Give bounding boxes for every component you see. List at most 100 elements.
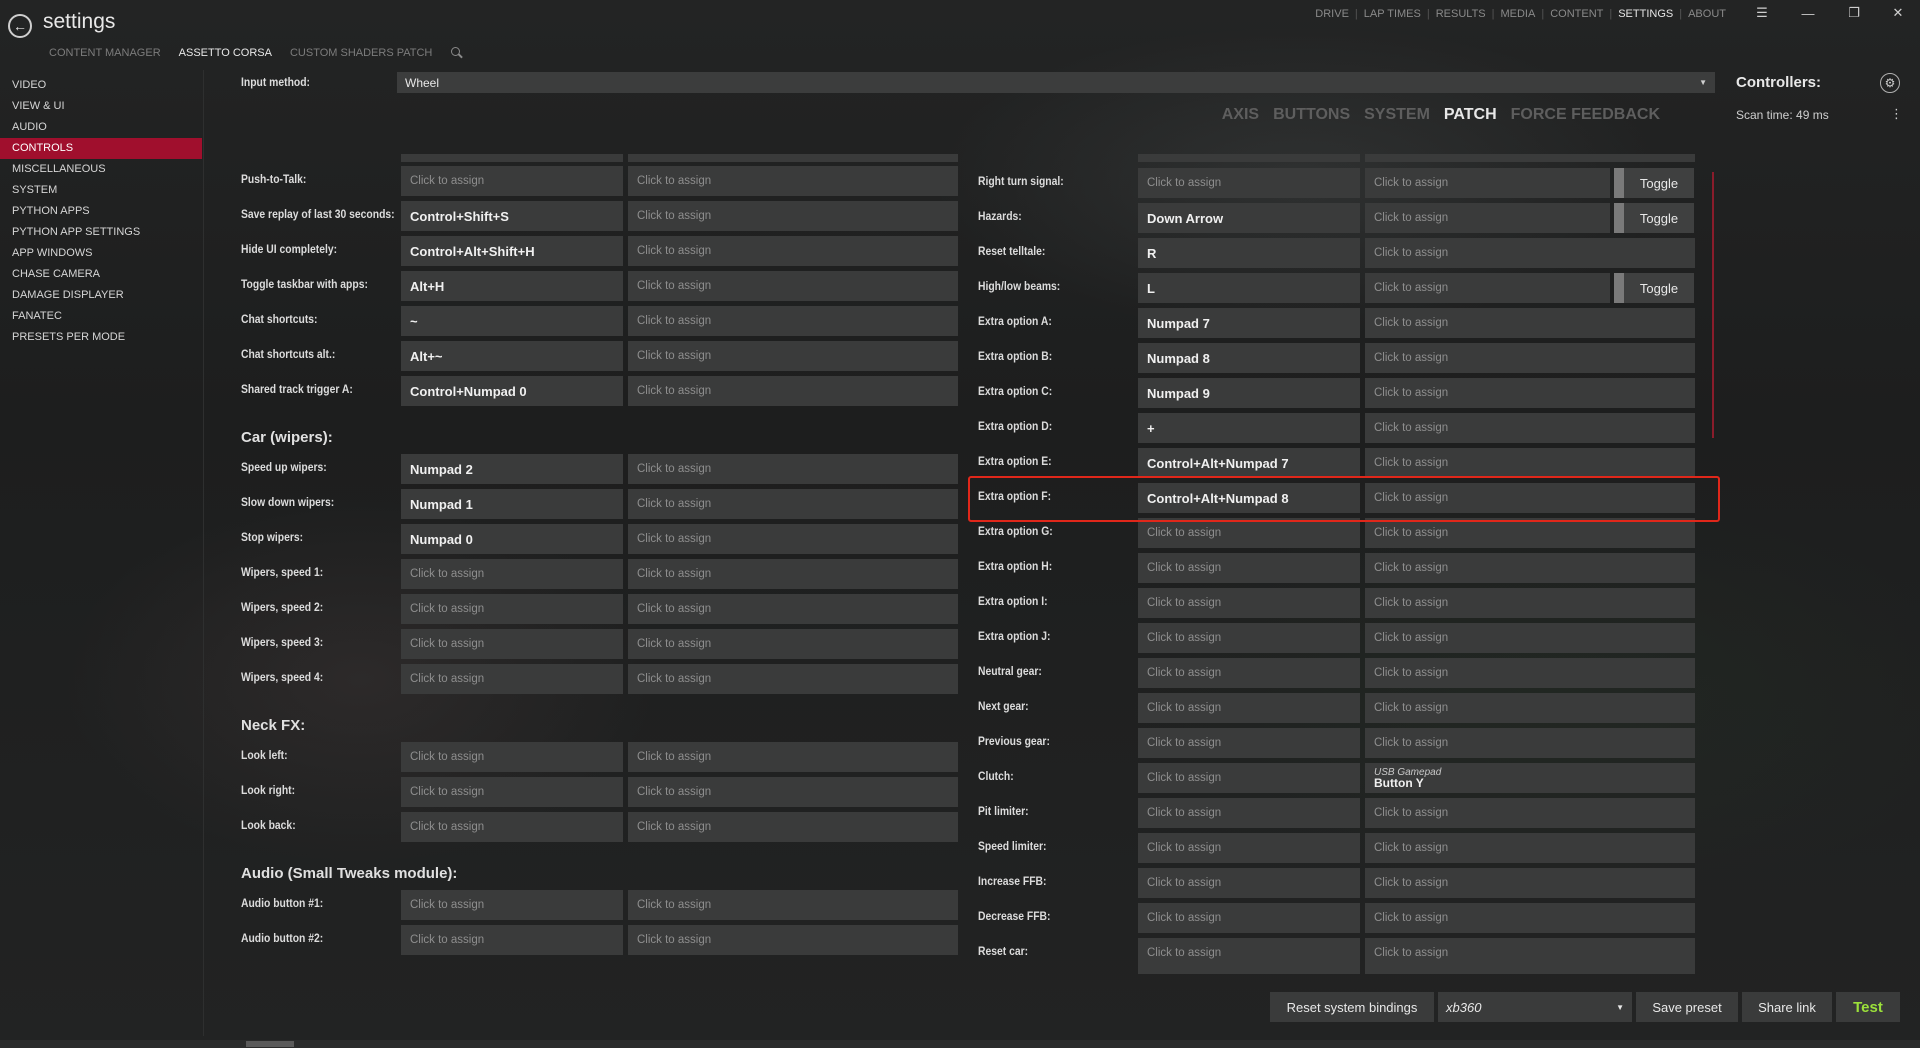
minimize-icon[interactable]: — (1786, 2, 1830, 24)
binding-secondary[interactable]: Click to assign (1365, 238, 1695, 268)
binding-primary[interactable]: Click to assign (1138, 623, 1360, 653)
binding-primary[interactable]: Click to assign (401, 559, 623, 589)
binding-secondary[interactable]: Click to assign (628, 341, 958, 371)
binding-secondary[interactable]: Click to assign (628, 664, 958, 694)
tab-buttons[interactable]: BUTTONS (1273, 106, 1350, 124)
binding-primary[interactable]: Click to assign (1138, 168, 1360, 198)
sidebar-item-fanatec[interactable]: FANATEC (0, 306, 202, 327)
toggle-button[interactable]: Toggle (1614, 203, 1694, 233)
preset-select[interactable]: xb360 ▼ (1438, 992, 1632, 1022)
sidebar-item-system[interactable]: SYSTEM (0, 180, 202, 201)
binding-secondary[interactable]: Click to assign (628, 524, 958, 554)
binding-primary[interactable]: Numpad 7 (1138, 308, 1360, 338)
back-button[interactable]: ← (8, 14, 32, 38)
tab-patch[interactable]: PATCH (1444, 106, 1497, 124)
binding-secondary[interactable]: Click to assign (628, 812, 958, 842)
binding-secondary[interactable]: Click to assign (628, 777, 958, 807)
binding-primary[interactable]: Alt+~ (401, 341, 623, 371)
binding-secondary[interactable]: Click to assign (1365, 623, 1695, 653)
binding-secondary[interactable]: Click to assign (1365, 168, 1610, 198)
sidebar-item-python-app-settings[interactable]: PYTHON APP SETTINGS (0, 222, 202, 243)
binding-primary[interactable]: Click to assign (1138, 833, 1360, 863)
binding-primary[interactable]: Numpad 2 (401, 454, 623, 484)
binding-secondary[interactable]: Click to assign (1365, 448, 1695, 478)
sidebar-item-controls[interactable]: CONTROLS (0, 138, 202, 159)
binding-secondary[interactable]: Click to assign (628, 890, 958, 920)
binding-primary[interactable]: Numpad 9 (1138, 378, 1360, 408)
binding-secondary[interactable]: Click to assign (1365, 378, 1695, 408)
save-preset-button[interactable]: Save preset (1636, 992, 1738, 1022)
sub-nav-content-manager[interactable]: CONTENT MANAGER (49, 47, 161, 59)
restore-icon[interactable]: ❐ (1832, 2, 1876, 24)
binding-primary[interactable]: Click to assign (1138, 798, 1360, 828)
binding-secondary[interactable]: Click to assign (628, 742, 958, 772)
top-nav-lap-times[interactable]: LAP TIMES (1358, 8, 1427, 20)
tab-axis[interactable]: AXIS (1222, 106, 1259, 124)
binding-primary[interactable]: L (1138, 273, 1360, 303)
binding-primary[interactable]: Click to assign (401, 812, 623, 842)
binding-primary[interactable]: Click to assign (1138, 588, 1360, 618)
binding-primary[interactable]: R (1138, 238, 1360, 268)
binding-secondary[interactable]: Click to assign (1365, 728, 1695, 758)
binding-secondary[interactable]: Click to assign (628, 271, 958, 301)
binding-secondary[interactable]: Click to assign (628, 925, 958, 955)
binding-primary[interactable]: Down Arrow (1138, 203, 1360, 233)
menu-icon[interactable]: ☰ (1740, 2, 1784, 24)
gear-icon[interactable]: ⚙ (1880, 73, 1900, 93)
binding-secondary[interactable]: Click to assign (1365, 588, 1695, 618)
binding-primary[interactable]: Click to assign (1138, 868, 1360, 898)
binding-primary[interactable]: Control+Alt+Shift+H (401, 236, 623, 266)
binding-secondary[interactable]: Click to assign (1365, 343, 1695, 373)
toggle-button[interactable]: Toggle (1614, 168, 1694, 198)
binding-primary[interactable]: Numpad 0 (401, 524, 623, 554)
binding-secondary[interactable]: Click to assign (628, 629, 958, 659)
binding-secondary[interactable]: Click to assign (1365, 833, 1695, 863)
sidebar-item-presets-per-mode[interactable]: PRESETS PER MODE (0, 327, 202, 348)
binding-primary[interactable]: Click to assign (1138, 728, 1360, 758)
share-link-button[interactable]: Share link (1742, 992, 1832, 1022)
binding-primary[interactable]: Control+Alt+Numpad 7 (1138, 448, 1360, 478)
horizontal-scrollbar[interactable] (0, 1040, 1920, 1048)
top-nav-settings[interactable]: SETTINGS (1612, 8, 1679, 20)
sidebar-item-view-ui[interactable]: VIEW & UI (0, 96, 202, 117)
input-method-select[interactable]: Wheel ▼ (397, 72, 1715, 93)
sidebar-item-chase-camera[interactable]: CHASE CAMERA (0, 264, 202, 285)
reset-system-bindings-button[interactable]: Reset system bindings (1270, 992, 1434, 1022)
binding-primary[interactable]: Click to assign (1138, 938, 1360, 968)
sub-nav-custom-shaders-patch[interactable]: CUSTOM SHADERS PATCH (290, 47, 432, 59)
binding-secondary[interactable]: Click to assign (1365, 203, 1610, 233)
scrollbar-thumb[interactable] (246, 1041, 294, 1047)
binding-primary[interactable]: Numpad 8 (1138, 343, 1360, 373)
binding-secondary[interactable]: Click to assign (628, 489, 958, 519)
top-nav-media[interactable]: MEDIA (1494, 8, 1541, 20)
binding-secondary[interactable]: Click to assign (628, 594, 958, 624)
binding-primary[interactable]: Click to assign (401, 664, 623, 694)
binding-secondary[interactable]: Click to assign (1365, 553, 1695, 583)
tab-force-feedback[interactable]: FORCE FEEDBACK (1511, 106, 1660, 124)
binding-primary[interactable]: Click to assign (401, 166, 623, 196)
binding-primary[interactable]: Click to assign (1138, 763, 1360, 793)
binding-secondary[interactable]: Click to assign (628, 559, 958, 589)
binding-secondary[interactable]: Click to assign (628, 376, 958, 406)
binding-primary[interactable]: Control+Numpad 0 (401, 376, 623, 406)
binding-secondary[interactable]: Click to assign (628, 236, 958, 266)
binding-primary[interactable]: Click to assign (1138, 693, 1360, 723)
sub-nav-assetto-corsa[interactable]: ASSETTO CORSA (179, 47, 272, 59)
close-icon[interactable]: ✕ (1876, 2, 1920, 24)
sidebar-item-damage-displayer[interactable]: DAMAGE DISPLAYER (0, 285, 202, 306)
top-nav-results[interactable]: RESULTS (1430, 8, 1492, 20)
binding-primary[interactable]: Click to assign (401, 742, 623, 772)
binding-secondary[interactable]: Click to assign (1365, 658, 1695, 688)
binding-secondary[interactable]: Click to assign (1365, 798, 1695, 828)
binding-secondary[interactable]: Click to assign (628, 166, 958, 196)
binding-primary[interactable]: Click to assign (401, 925, 623, 955)
sidebar-item-python-apps[interactable]: PYTHON APPS (0, 201, 202, 222)
binding-primary[interactable]: Click to assign (1138, 903, 1360, 933)
binding-primary[interactable]: Click to assign (401, 594, 623, 624)
more-icon[interactable]: ⋮ (1890, 106, 1903, 122)
binding-secondary[interactable]: Click to assign (1365, 413, 1695, 443)
binding-secondary[interactable]: Click to assign (1365, 693, 1695, 723)
binding-secondary[interactable]: Click to assign (1365, 868, 1695, 898)
binding-primary[interactable]: Click to assign (401, 890, 623, 920)
binding-primary[interactable]: Click to assign (1138, 658, 1360, 688)
